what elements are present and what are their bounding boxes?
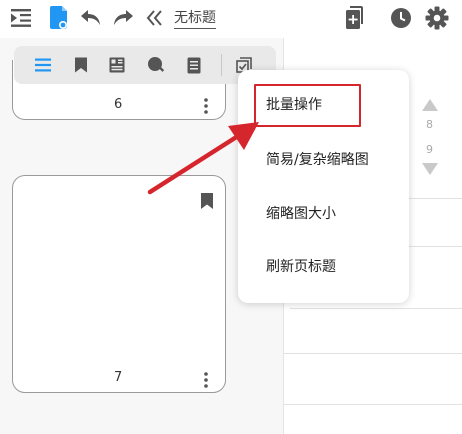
page-divider xyxy=(283,404,462,405)
search-icon[interactable] xyxy=(143,53,169,77)
page-nav-number: 8 xyxy=(426,118,433,131)
clock-icon[interactable] xyxy=(388,5,414,31)
undo-icon[interactable] xyxy=(78,5,104,31)
page-thumbnail-7[interactable] xyxy=(12,175,226,393)
document-icon[interactable] xyxy=(46,5,72,31)
bookmark-icon[interactable] xyxy=(68,53,94,77)
page-number: 7 xyxy=(114,370,123,385)
gear-icon[interactable] xyxy=(424,5,450,31)
page-divider xyxy=(283,353,462,354)
menu-item-thumbnail-size[interactable]: 缩略图大小 xyxy=(266,204,336,224)
menu-item-thumbnail-mode[interactable]: 简易/复杂缩略图 xyxy=(266,150,369,170)
page-divider xyxy=(290,308,462,309)
annotation-arrow-icon xyxy=(147,122,259,195)
page-down-icon[interactable] xyxy=(421,162,439,176)
page-nav-number: 9 xyxy=(426,143,433,156)
notes-icon[interactable] xyxy=(181,53,207,77)
toolbar-divider xyxy=(221,54,222,76)
layout-icon[interactable] xyxy=(104,53,130,77)
redo-icon[interactable] xyxy=(110,5,136,31)
page-up-icon[interactable] xyxy=(421,98,439,112)
highlight-box xyxy=(254,84,361,127)
page-number: 6 xyxy=(114,97,123,112)
more-options-icon[interactable] xyxy=(201,371,211,389)
double-chevron-left-icon[interactable] xyxy=(142,5,168,31)
sidebar-toggle-icon[interactable] xyxy=(8,5,34,31)
document-title[interactable]: 无标题 xyxy=(174,9,216,29)
add-page-icon[interactable] xyxy=(342,5,368,31)
list-icon[interactable] xyxy=(30,53,56,77)
menu-item-refresh-page-titles[interactable]: 刷新页标题 xyxy=(266,257,336,277)
